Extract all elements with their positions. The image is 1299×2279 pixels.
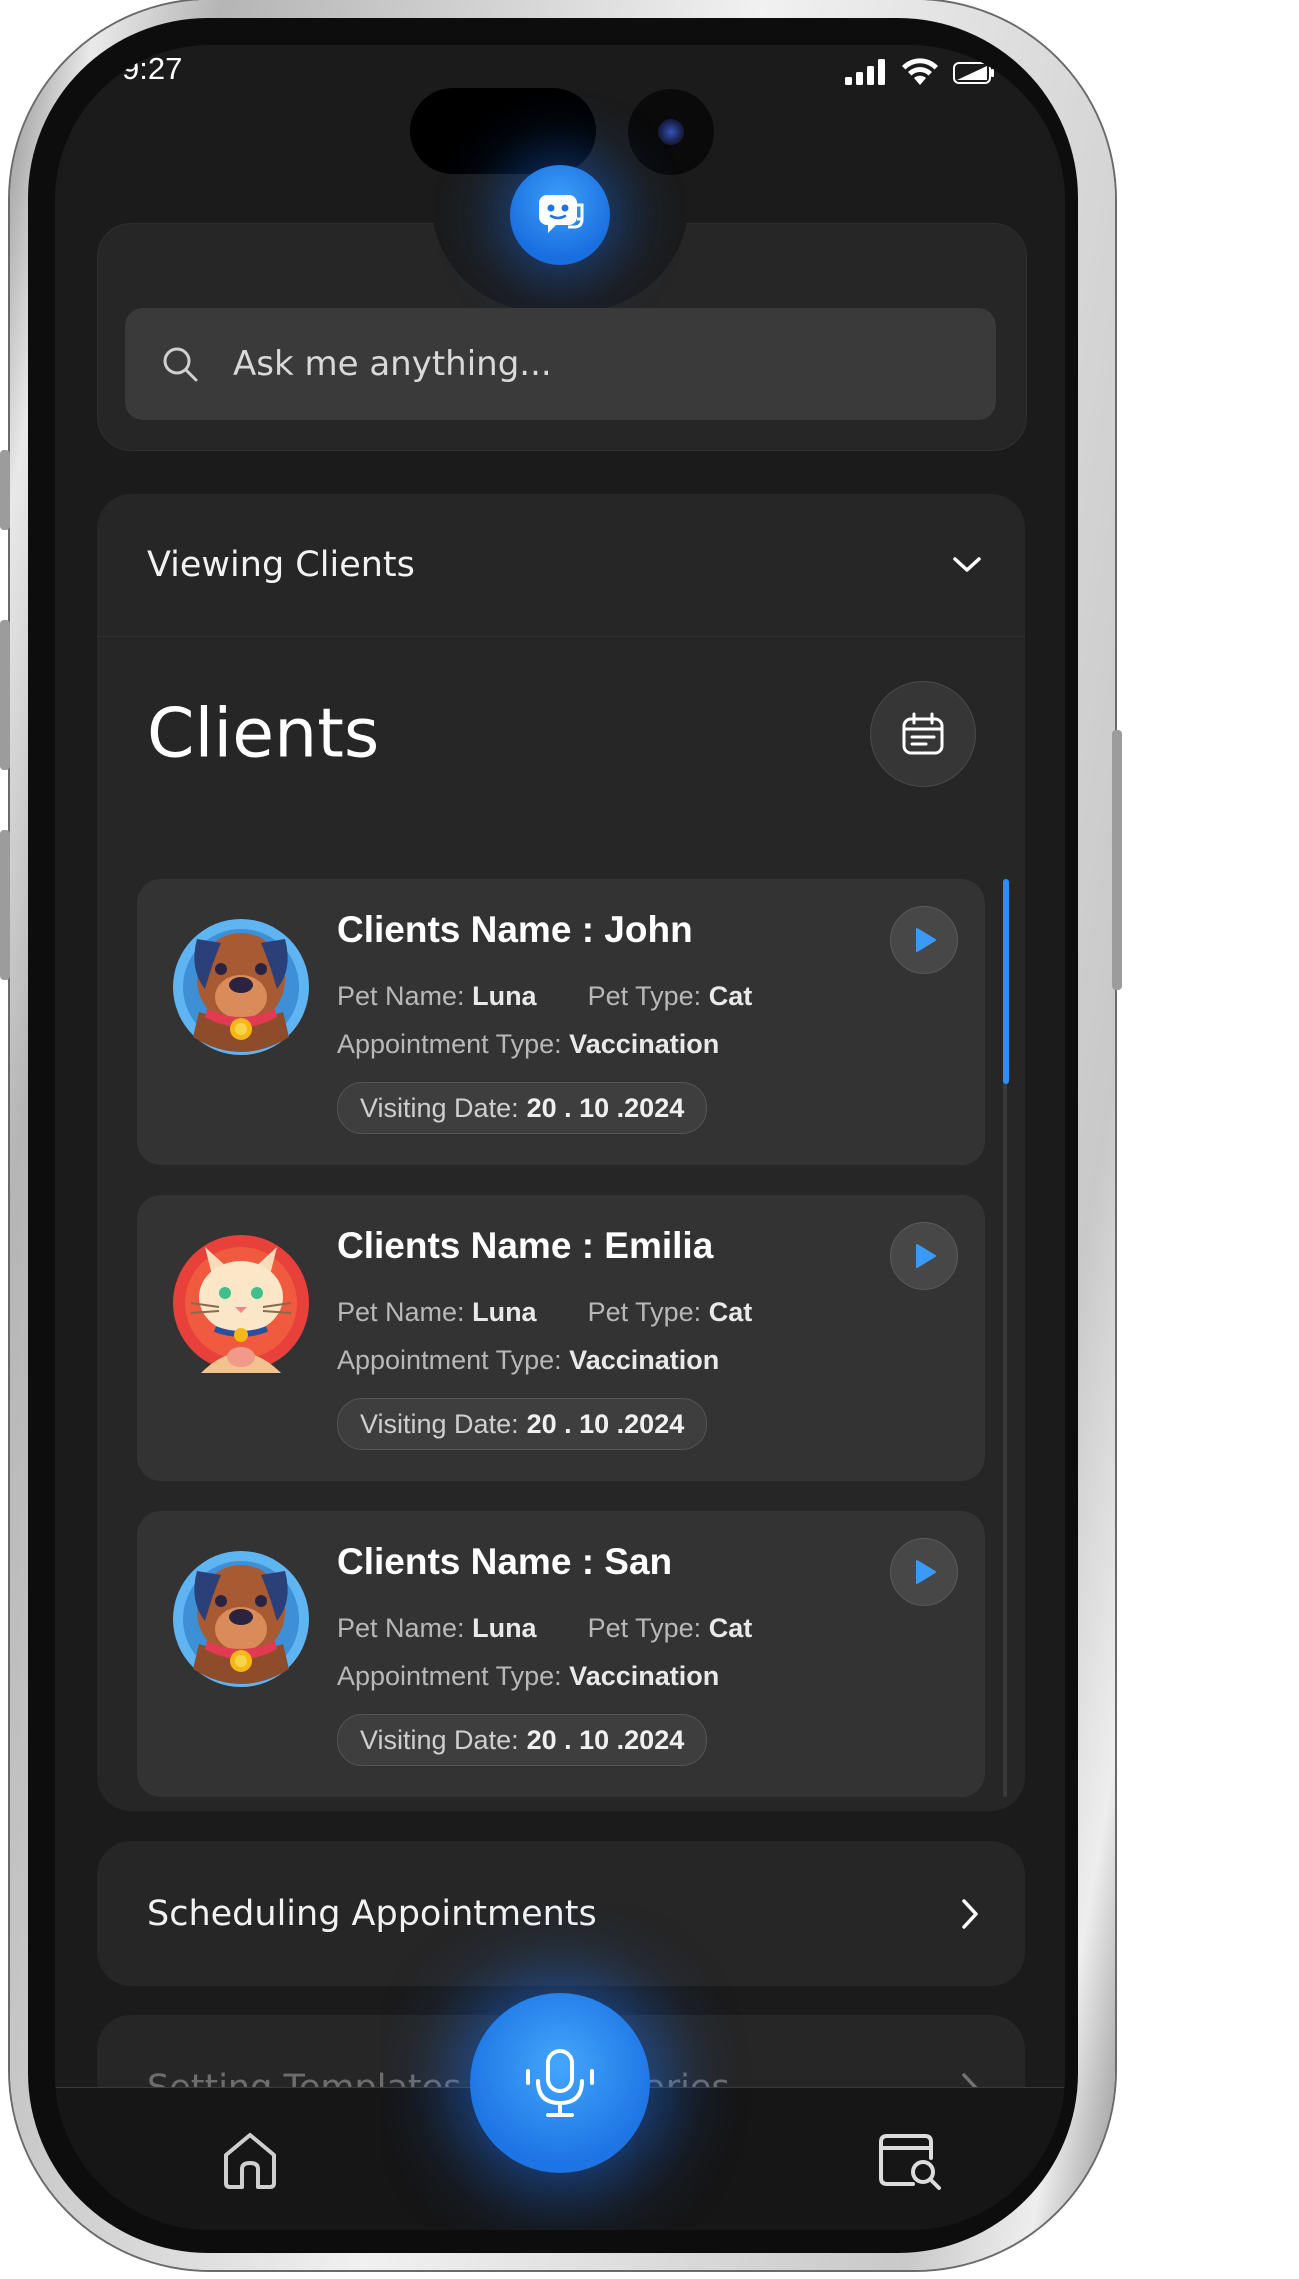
search-icon — [161, 345, 199, 383]
pet-name-label: Pet Name: — [337, 981, 465, 1011]
dynamic-island — [410, 88, 596, 174]
client-item[interactable]: Clients Name : Emilia Pet Name: Luna Pet… — [137, 1195, 985, 1481]
chevron-down-icon — [951, 555, 983, 575]
pet-info-row: Pet Name: Luna Pet Type: Cat — [337, 1297, 752, 1328]
pet-name-value: Luna — [472, 981, 537, 1011]
pet-type-value: Cat — [708, 1613, 753, 1643]
phone-side-button — [1112, 730, 1122, 990]
calendar-icon — [902, 712, 944, 755]
app-screen: 9:27 Ask me anything... Viewing Clients … — [55, 45, 1065, 2230]
play-button[interactable] — [890, 906, 958, 974]
appointment-type-label: Appointment Type: — [337, 1661, 562, 1691]
phone-side-button — [0, 450, 10, 530]
dog-avatar — [173, 1551, 309, 1687]
front-camera — [628, 89, 714, 175]
status-time: 9:27 — [122, 51, 183, 86]
pet-type-label: Pet Type: — [587, 981, 702, 1011]
pet-type-value: Cat — [708, 1297, 753, 1327]
pet-type-value: Cat — [708, 981, 753, 1011]
microphone-icon — [526, 2049, 594, 2117]
signal-icon — [845, 59, 885, 85]
clients-title: Clients — [147, 694, 380, 774]
pet-name-label: Pet Name: — [337, 1613, 465, 1643]
battery-icon — [953, 62, 994, 84]
calendar-search-icon — [879, 2134, 941, 2190]
pet-type-label: Pet Type: — [587, 1297, 702, 1327]
appointment-type-label: Appointment Type: — [337, 1029, 562, 1059]
home-icon — [224, 2133, 276, 2189]
chatbot-icon — [539, 195, 584, 233]
play-button[interactable] — [890, 1222, 958, 1290]
play-icon — [916, 1244, 936, 1268]
visiting-date-value: 20 . 10 .2024 — [526, 1408, 685, 1439]
search-input[interactable]: Ask me anything... — [125, 308, 996, 420]
cat-avatar — [173, 1235, 309, 1373]
pet-name-value: Luna — [472, 1297, 537, 1327]
client-item[interactable]: Clients Name : San Pet Name: Luna Pet Ty… — [137, 1511, 985, 1797]
visiting-date-label: Visiting Date: — [360, 1408, 519, 1439]
client-list-scroll-thumb[interactable] — [1003, 879, 1009, 1084]
appointment-type-value: Vaccination — [569, 1661, 720, 1691]
appointment-type-value: Vaccination — [569, 1029, 720, 1059]
phone-side-button — [0, 620, 10, 770]
status-icons — [845, 57, 995, 85]
viewing-clients-header[interactable]: Viewing Clients — [97, 494, 1025, 637]
appointment-row: Appointment Type: Vaccination — [337, 1345, 719, 1376]
visiting-date-badge: Visiting Date: 20 . 10 .2024 — [337, 1082, 708, 1134]
scheduling-appointments-item[interactable]: Scheduling Appointments — [97, 1841, 1025, 1986]
play-icon — [916, 928, 936, 952]
visiting-date-badge: Visiting Date: 20 . 10 .2024 — [337, 1714, 708, 1766]
client-item[interactable]: Clients Name : John Pet Name: Luna Pet T… — [137, 879, 985, 1165]
calendar-search-button[interactable] — [870, 2121, 950, 2201]
microphone-button[interactable] — [470, 1993, 650, 2173]
pet-info-row: Pet Name: Luna Pet Type: Cat — [337, 1613, 752, 1644]
appointment-type-value: Vaccination — [569, 1345, 720, 1375]
scheduling-appointments-label: Scheduling Appointments — [147, 1893, 597, 1934]
dog-avatar — [173, 919, 309, 1055]
phone-side-button — [0, 830, 10, 980]
pet-type-label: Pet Type: — [587, 1613, 702, 1643]
assistant-bot-button[interactable] — [510, 165, 610, 265]
pet-info-row: Pet Name: Luna Pet Type: Cat — [337, 981, 752, 1012]
client-name: Clients Name : San — [337, 1541, 673, 1582]
chevron-right-icon — [960, 1897, 980, 1931]
appointment-type-label: Appointment Type: — [337, 1345, 562, 1375]
visiting-date-value: 20 . 10 .2024 — [526, 1092, 685, 1123]
client-name: Clients Name : John — [337, 909, 693, 950]
pet-name-value: Luna — [472, 1613, 537, 1643]
visiting-date-label: Visiting Date: — [360, 1724, 519, 1755]
visiting-date-label: Visiting Date: — [360, 1092, 519, 1123]
appointment-row: Appointment Type: Vaccination — [337, 1029, 719, 1060]
viewing-clients-label: Viewing Clients — [147, 545, 415, 585]
wifi-icon — [902, 58, 938, 85]
appointment-row: Appointment Type: Vaccination — [337, 1661, 719, 1692]
pet-name-label: Pet Name: — [337, 1297, 465, 1327]
visiting-date-badge: Visiting Date: 20 . 10 .2024 — [337, 1398, 708, 1450]
home-button[interactable] — [215, 2125, 285, 2195]
clients-card: Viewing Clients Clients Clients Name: J… — [97, 494, 1025, 1811]
search-placeholder: Ask me anything... — [233, 344, 552, 384]
client-name: Clients Name : Emilia — [337, 1225, 714, 1266]
play-button[interactable] — [890, 1538, 958, 1606]
play-icon — [916, 1560, 936, 1584]
visiting-date-value: 20 . 10 .2024 — [526, 1724, 685, 1755]
calendar-button[interactable] — [870, 681, 976, 787]
